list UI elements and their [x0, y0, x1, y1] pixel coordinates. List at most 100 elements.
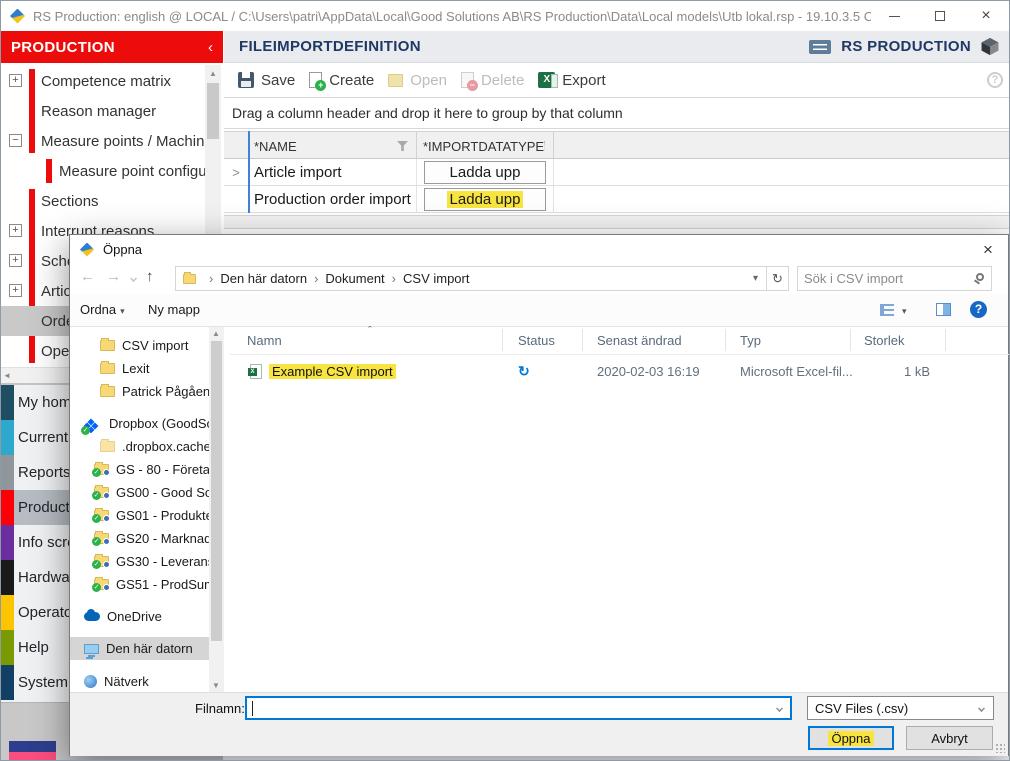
search-input[interactable] [804, 269, 964, 288]
forward-icon[interactable]: → [106, 268, 121, 285]
expand-icon[interactable]: + [9, 254, 22, 267]
nav-folder-gs-80[interactable]: ✓GS - 80 - Företa [70, 458, 209, 481]
nav-color-bar [1, 490, 14, 525]
upload-button[interactable]: Ladda upp [424, 161, 546, 184]
open-confirm-button[interactable]: Öppna [808, 726, 894, 750]
column-header-importdatatype[interactable]: *IMPORTDATATYPE [417, 132, 554, 160]
view-options-dropdown-icon[interactable]: ▾ [902, 306, 907, 317]
nav-folder-lexit[interactable]: Lexit [70, 357, 209, 380]
maximize-button[interactable] [917, 1, 963, 31]
crumb-this-pc[interactable]: Den här datorn [220, 271, 307, 286]
nav-network[interactable]: Nätverk [70, 670, 209, 692]
scroll-down-icon[interactable]: ▼ [212, 681, 220, 690]
export-button[interactable]: X Export [538, 72, 605, 89]
row-expander-icon[interactable]: > [224, 159, 248, 186]
up-icon[interactable]: ↑ [146, 268, 154, 285]
nav-label: Dropbox (GoodSo [109, 416, 209, 431]
brand-cube-icon[interactable] [981, 38, 999, 56]
delete-button[interactable]: − Delete [461, 72, 524, 89]
scroll-left-icon[interactable]: ◄ [3, 371, 11, 380]
scroll-up-icon[interactable]: ▲ [205, 65, 221, 78]
tree-item-reason-manager[interactable]: Reason manager [1, 96, 205, 126]
file-type-select[interactable]: CSV Files (.csv) [807, 696, 994, 720]
nav-folder-patrick[interactable]: Patrick Pågående [70, 380, 209, 403]
nav-folder-gs00[interactable]: ✓GS00 - Good Sol [70, 481, 209, 504]
sync-check-icon: ✓ [92, 514, 101, 523]
create-button[interactable]: + Create [309, 72, 374, 89]
help-icon[interactable]: ? [987, 72, 1003, 88]
refresh-icon[interactable]: ↻ [767, 266, 789, 291]
tree-item-sections[interactable]: Sections [1, 186, 205, 216]
expand-icon[interactable]: + [9, 74, 22, 87]
save-button[interactable]: Save [238, 72, 295, 89]
group-by-bar[interactable]: Drag a column header and drop it here to… [224, 97, 1010, 129]
upload-button[interactable]: Ladda upp [424, 188, 546, 211]
shared-folder-icon: ✓ [94, 556, 109, 567]
dialog-close-icon[interactable]: × [968, 240, 1008, 260]
breadcrumb[interactable]: › Den här datorn › Dokument › CSV import… [175, 266, 767, 291]
table-row[interactable]: Production order import Ladda upp [224, 186, 1010, 213]
expand-icon[interactable]: + [9, 224, 22, 237]
nav-this-pc[interactable]: Den här datorn [70, 637, 209, 660]
nav-folder-csv-import[interactable]: CSV import [70, 334, 209, 357]
new-folder-button[interactable]: Ny mapp [148, 302, 200, 317]
nav-folder-gs20[interactable]: ✓GS20 - Marknad [70, 527, 209, 550]
column-modified[interactable]: Senast ändrad [597, 333, 682, 348]
tree-item-competence-matrix[interactable]: + Competence matrix [1, 66, 205, 96]
column-header-name[interactable]: *NAME [248, 132, 417, 160]
minimize-button[interactable] [871, 1, 917, 31]
dialog-title: Öppna [103, 242, 968, 257]
view-options-icon[interactable] [880, 304, 894, 316]
preview-pane-icon[interactable] [936, 303, 951, 316]
organize-menu[interactable]: Ordna▾ [80, 302, 125, 317]
collapse-node-icon[interactable]: − [9, 134, 22, 147]
column-status[interactable]: Status [518, 333, 555, 348]
column-name[interactable]: Namn [247, 333, 282, 348]
expand-icon[interactable]: + [9, 284, 22, 297]
back-icon[interactable]: ← [80, 268, 95, 285]
search-box[interactable] [797, 266, 992, 291]
column-divider [582, 329, 583, 351]
filename-field[interactable] [251, 699, 761, 717]
crumb-csv-import[interactable]: CSV import [403, 271, 469, 286]
filename-dropdown-icon[interactable] [776, 705, 783, 712]
feedback-chat-icon[interactable] [809, 40, 831, 54]
file-row-example-csv[interactable]: X Example CSV import ↻ 2020-02-03 16:19 … [230, 361, 1010, 384]
nav-folder-gs30[interactable]: ✓GS30 - Leverans [70, 550, 209, 573]
tree-item-measure-point-config[interactable]: Measure point configu [1, 156, 205, 186]
nav-folder-gs51[interactable]: ✓GS51 - ProdSum [70, 573, 209, 596]
page-title: FILEIMPORTDEFINITION [224, 38, 809, 55]
scrollbar-thumb[interactable] [211, 341, 222, 641]
dialog-nav-scrollbar[interactable]: ▲ ▼ [209, 327, 224, 692]
close-button[interactable]: × [963, 1, 1009, 31]
filter-funnel-icon[interactable] [544, 141, 545, 151]
nav-dropbox[interactable]: ✓Dropbox (GoodSo [70, 412, 209, 435]
folder-nav-pane: CSV import Lexit Patrick Pågående ✓Dropb… [70, 327, 209, 692]
nav-item-label: Current [18, 429, 68, 446]
nav-folder-dropbox-cache[interactable]: .dropbox.cache [70, 435, 209, 458]
organize-label: Ordna [80, 302, 116, 317]
cancel-button[interactable]: Avbryt [906, 726, 993, 750]
page-header: FILEIMPORTDEFINITION RS PRODUCTION [224, 31, 1010, 63]
crumb-documents[interactable]: Dokument [325, 271, 384, 286]
nav-folder-gs01[interactable]: ✓GS01 - Produkte [70, 504, 209, 527]
tree-item-measure-points[interactable]: − Measure points / Machine [1, 126, 205, 156]
dialog-help-icon[interactable]: ? [970, 301, 987, 318]
filter-funnel-icon[interactable] [397, 141, 408, 151]
nav-onedrive[interactable]: OneDrive [70, 605, 209, 628]
open-button[interactable]: Open [388, 72, 447, 89]
file-name-highlighted[interactable]: Example CSV import [269, 364, 396, 379]
filename-label: Filnamn: [195, 701, 240, 716]
filename-input[interactable] [245, 696, 792, 720]
scrollbar-thumb[interactable] [207, 83, 219, 139]
nav-label: GS51 - ProdSum [116, 577, 209, 592]
table-row[interactable]: > Article import Ladda upp [224, 159, 1010, 186]
scroll-up-icon[interactable]: ▲ [212, 329, 220, 338]
column-size[interactable]: Storlek [864, 333, 904, 348]
address-dropdown-icon[interactable]: ▾ [753, 273, 758, 284]
resize-grip[interactable] [995, 743, 1005, 753]
collapse-panel-icon[interactable]: ‹ [208, 39, 223, 56]
column-type[interactable]: Typ [740, 333, 761, 348]
history-chevron-icon[interactable] [130, 275, 137, 282]
grid-bottom-scrollbar[interactable] [224, 215, 1010, 229]
